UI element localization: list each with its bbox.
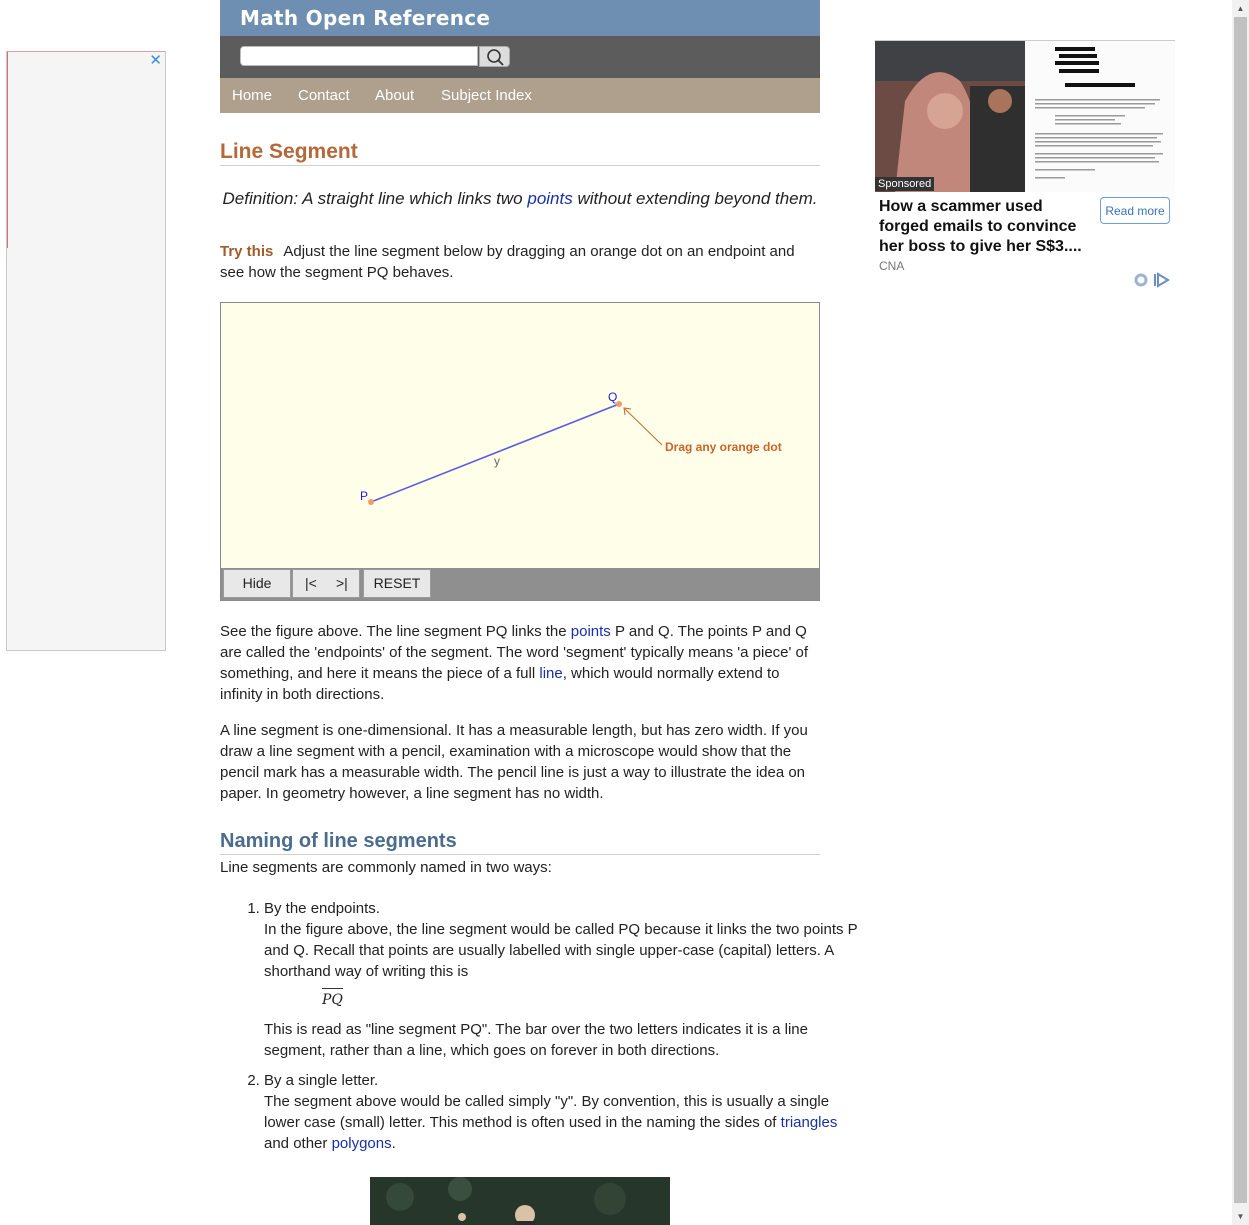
geometry-applet: P Q y Drag any orange dot Hide |< >| RES… [220,302,820,601]
photo-image [370,1177,670,1225]
try-this: Try this Adjust the line segment below by… [220,241,810,283]
dimension-paragraph: A line segment is one-dimensional. It ha… [220,722,808,802]
points-link-2[interactable]: points [571,623,611,640]
ad-headline[interactable]: How a scammer used forged emails to conv… [879,197,1094,257]
endpoint-p-dot[interactable] [368,499,374,505]
item-title: By a single letter. [264,1072,379,1089]
nav-subject-index[interactable]: Subject Index [441,87,532,104]
sponsored-label: Sponsored [875,177,935,191]
read-more-button[interactable]: Read more [1100,197,1170,224]
segment-pq [370,403,620,503]
hint-arrow [624,408,663,446]
site-title[interactable]: Math Open Reference [240,6,490,30]
reset-button[interactable]: RESET [363,569,431,598]
applet-canvas: P Q y Drag any orange dot [360,390,782,505]
page-title: Line Segment [220,140,820,166]
item-title: By the endpoints. [264,900,380,917]
try-this-label: Try this [220,243,274,260]
drag-hint: Drag any orange dot [665,440,782,454]
intro-paragraph: See the figure above. The line segment P… [220,621,815,705]
next-step-button[interactable]: >| [336,570,348,597]
list-item: By a single letter. The segment above wo… [264,1070,864,1154]
naming-list: By the endpoints. In the figure above, t… [220,898,864,1163]
nav-contact[interactable]: Contact [298,87,350,104]
line-link[interactable]: line [539,665,562,682]
ad-accent [7,52,8,248]
para-text: See the figure above. The line segment P… [220,623,571,640]
hide-button[interactable]: Hide [223,569,291,598]
ad-photo: Sponsored [875,41,1025,192]
nav-about[interactable]: About [375,87,414,104]
ad-document [1025,41,1175,192]
definition: Definition: A straight line which links … [220,188,820,209]
scroll-thumb[interactable] [1234,17,1247,1203]
item-text: The segment above would be called simply… [264,1093,830,1131]
item-text: and other [264,1135,332,1152]
left-ad-panel: ✕ [6,51,166,651]
adchoices-icon[interactable] [1134,272,1174,291]
close-icon[interactable]: ✕ [149,53,162,68]
scroll-up-icon[interactable]: ▲ [1232,0,1249,17]
nav-bar: Home Contact About Subject Index [220,78,820,113]
search-input[interactable] [240,46,478,66]
try-this-text: Adjust the line segment below by draggin… [220,243,795,281]
item-text: This is read as "line segment PQ". The b… [264,1021,808,1059]
photo [370,1177,670,1225]
label-y: y [494,454,500,468]
definition-text-end: without extending beyond them. [572,189,818,208]
sponsored-ad[interactable]: Sponsored How a scammer used forged emai… [875,40,1175,288]
definition-text: Definition: A straight line which links … [222,189,528,208]
list-item: By the endpoints. In the figure above, t… [264,898,864,1061]
ad-source: CNA [879,259,905,273]
label-q: Q [608,390,617,404]
item-text: . [391,1135,396,1152]
main-content: Math Open Reference Home Contact About S… [220,0,857,1225]
site-header: Math Open Reference [220,0,820,36]
document-image [1025,41,1175,192]
vertical-scrollbar[interactable]: ▲ ▼ [1232,0,1249,1225]
pq-notation: PQ [322,988,343,1011]
item-text: In the figure above, the line segment wo… [264,921,858,980]
nav-home[interactable]: Home [232,87,272,104]
ad-border [7,51,165,52]
step-buttons: |< >| [292,569,360,598]
ad-photo-image [875,41,1025,192]
search-icon [487,49,504,66]
scroll-down-icon[interactable]: ▼ [1232,1208,1249,1225]
applet-toolbar: Hide |< >| RESET [221,568,819,600]
prev-step-button[interactable]: |< [305,570,317,597]
ad-image[interactable]: Sponsored [875,40,1175,192]
naming-intro: Line segments are commonly named in two … [220,859,552,876]
triangles-link[interactable]: triangles [781,1114,838,1131]
search-button[interactable] [479,46,510,67]
search-bar [220,36,820,78]
label-p: P [360,489,368,503]
polygons-link[interactable]: polygons [332,1135,392,1152]
naming-heading: Naming of line segments [220,830,820,855]
points-link[interactable]: points [527,189,572,208]
